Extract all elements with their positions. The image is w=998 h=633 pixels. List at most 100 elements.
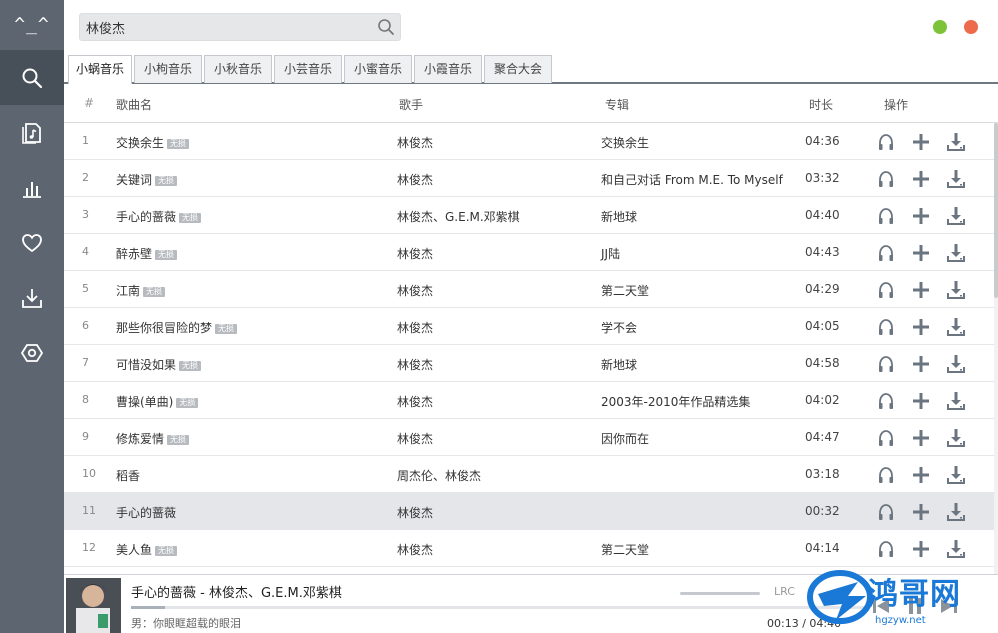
minimize-button[interactable] [933,20,947,34]
download-icon[interactable] [946,317,966,337]
progress-bar[interactable] [131,606,866,609]
headphones-icon[interactable] [876,169,896,189]
close-button[interactable] [964,20,978,34]
sidebar-item-charts[interactable] [0,160,64,215]
download-icon[interactable] [946,280,966,300]
col-artist[interactable]: 歌手 [399,96,423,113]
table-row[interactable]: 5 江南 无损 林俊杰 第二天堂 04:29 [64,271,994,308]
tab-4[interactable]: 小蜜音乐 [344,55,412,83]
add-icon[interactable] [911,169,931,189]
add-icon[interactable] [911,243,931,263]
headphones-icon[interactable] [876,502,896,522]
download-icon[interactable] [946,391,966,411]
add-icon[interactable] [911,465,931,485]
lossless-badge: 无损 [179,361,202,371]
table-row[interactable]: 1 交换余生 无损 林俊杰 交换余生 04:36 [64,123,994,160]
headphones-icon[interactable] [876,280,896,300]
sidebar-item-local-music[interactable] [0,105,64,160]
song-name-cell[interactable]: 手心的蔷薇 无损 [116,208,202,225]
table-row[interactable]: 3 手心的蔷薇 无损 林俊杰、G.E.M.邓紫棋 新地球 04:40 [64,197,994,234]
add-icon[interactable] [911,391,931,411]
search-input[interactable] [86,17,366,37]
song-artist: 林俊杰 [397,136,434,150]
add-icon[interactable] [911,502,931,522]
table-row[interactable]: 9 修炼爱情 无损 林俊杰 因你而在 04:47 [64,419,994,456]
tab-5[interactable]: 小霞音乐 [414,55,482,83]
album-cover[interactable] [66,578,121,633]
table-row[interactable]: 8 曹操(单曲) 无损 林俊杰 2003年-2010年作品精选集 04:02 [64,382,994,419]
table-row[interactable]: 12 美人鱼 无损 林俊杰 第二天堂 04:14 [64,530,994,567]
song-name-cell[interactable]: 曹操(单曲) 无损 [116,393,199,410]
scrollbar[interactable] [994,123,998,574]
headphones-icon[interactable] [876,354,896,374]
headphones-icon[interactable] [876,465,896,485]
add-icon[interactable] [911,539,931,559]
song-name: 手心的蔷薇 [116,210,177,224]
search-icon[interactable] [377,18,395,36]
song-name-cell[interactable]: 修炼爱情 无损 [116,430,190,447]
sidebar-item-downloads[interactable] [0,270,64,325]
download-icon[interactable] [946,206,966,226]
scrollbar-thumb[interactable] [994,123,998,298]
lossless-badge: 无损 [179,213,202,223]
headphones-icon[interactable] [876,132,896,152]
add-icon[interactable] [911,317,931,337]
add-icon[interactable] [911,428,931,448]
headphones-icon[interactable] [876,539,896,559]
song-name: 关键词 [116,173,153,187]
volume-slider[interactable] [680,592,760,595]
song-name-cell[interactable]: 那些你很冒险的梦 无损 [116,319,238,336]
download-icon[interactable] [946,502,966,522]
lrc-toggle[interactable]: LRC [774,585,795,598]
sidebar: ^_^ [0,0,64,633]
song-name-cell[interactable]: 关键词 无损 [116,171,178,188]
download-icon[interactable] [946,539,966,559]
song-name-cell[interactable]: 交换余生 无损 [116,134,190,151]
headphones-icon[interactable] [876,428,896,448]
settings-hexagon-icon [21,343,43,362]
table-row[interactable]: 7 可惜没如果 无损 林俊杰 新地球 04:58 [64,345,994,382]
download-icon[interactable] [946,428,966,448]
song-name-cell[interactable]: 醉赤壁 无损 [116,245,178,262]
song-name-cell[interactable]: 江南 无损 [116,282,166,299]
headphones-icon[interactable] [876,391,896,411]
song-number: 2 [82,171,89,184]
sidebar-item-favorites[interactable] [0,215,64,270]
add-icon[interactable] [911,206,931,226]
tab-6[interactable]: 聚合大会 [484,55,552,83]
download-icon[interactable] [946,169,966,189]
sidebar-item-search[interactable] [0,50,64,105]
download-icon[interactable] [946,132,966,152]
col-album[interactable]: 专辑 [605,96,629,113]
col-name[interactable]: 歌曲名 [116,96,152,113]
tab-2[interactable]: 小秋音乐 [204,55,272,83]
headphones-icon[interactable] [876,206,896,226]
download-icon[interactable] [946,465,966,485]
headphones-icon[interactable] [876,317,896,337]
song-duration: 03:18 [805,467,840,481]
tab-3[interactable]: 小芸音乐 [274,55,342,83]
tab-0[interactable]: 小蜗音乐 [68,55,132,84]
col-duration[interactable]: 时长 [809,96,833,113]
bar-chart-icon [23,181,41,198]
add-icon[interactable] [911,280,931,300]
song-name-cell[interactable]: 可惜没如果 无损 [116,356,202,373]
table-row[interactable]: 4 醉赤壁 无损 林俊杰 JJ陆 04:43 [64,234,994,271]
song-name-cell[interactable]: 美人鱼 无损 [116,541,178,558]
song-name-cell[interactable]: 稻香 [116,467,140,484]
sidebar-item-settings[interactable] [0,325,64,380]
table-row[interactable]: 11 手心的蔷薇 林俊杰 00:32 [64,493,994,530]
add-icon[interactable] [911,132,931,152]
table-row[interactable]: 6 那些你很冒险的梦 无损 林俊杰 学不会 04:05 [64,308,994,345]
download-icon[interactable] [946,354,966,374]
tab-1[interactable]: 小枸音乐 [134,55,202,83]
lossless-badge: 无损 [215,324,238,334]
col-num: # [84,96,95,110]
song-name-cell[interactable]: 手心的蔷薇 [116,504,176,521]
row-actions [876,354,976,374]
table-row[interactable]: 10 稻香 周杰伦、林俊杰 03:18 [64,456,994,493]
table-row[interactable]: 2 关键词 无损 林俊杰 和自己对话 From M.E. To Myself 03:32 [64,160,994,197]
add-icon[interactable] [911,354,931,374]
headphones-icon[interactable] [876,243,896,263]
download-icon[interactable] [946,243,966,263]
